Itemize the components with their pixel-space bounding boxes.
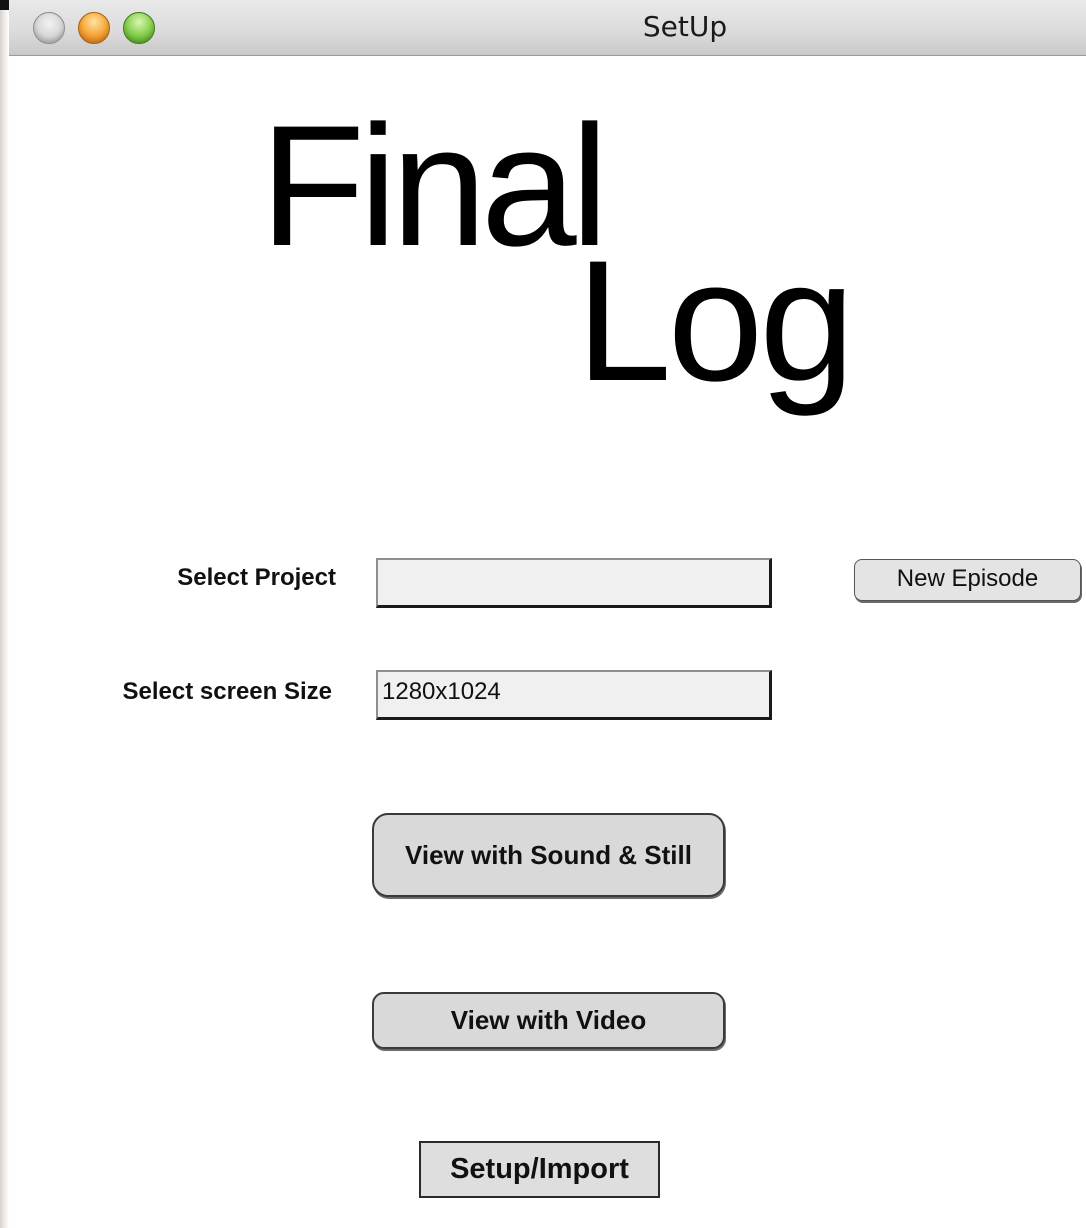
setup-window: SetUp Final Log Select Project New Episo… — [0, 0, 1086, 1228]
setup-import-button[interactable]: Setup/Import — [419, 1141, 660, 1198]
new-episode-button[interactable]: New Episode — [854, 559, 1081, 601]
zoom-icon[interactable] — [123, 12, 155, 44]
select-project-label: Select Project — [177, 564, 336, 591]
select-screen-size-label: Select screen Size — [122, 678, 332, 705]
final-log-logo: Final Log — [260, 100, 855, 417]
window-title: SetUp — [642, 10, 728, 43]
minimize-icon[interactable] — [78, 12, 110, 44]
view-with-sound-still-button[interactable]: View with Sound & Still — [372, 813, 725, 897]
background-window-edge — [0, 0, 9, 1228]
title-bar[interactable] — [9, 0, 1086, 56]
close-icon[interactable] — [33, 12, 65, 44]
logo-word-final: Final — [260, 100, 603, 282]
view-with-video-button[interactable]: View with Video — [372, 992, 725, 1049]
logo-word-log: Log — [576, 225, 851, 417]
project-field[interactable] — [376, 558, 772, 608]
screen-size-field[interactable]: 1280x1024 — [376, 670, 772, 720]
